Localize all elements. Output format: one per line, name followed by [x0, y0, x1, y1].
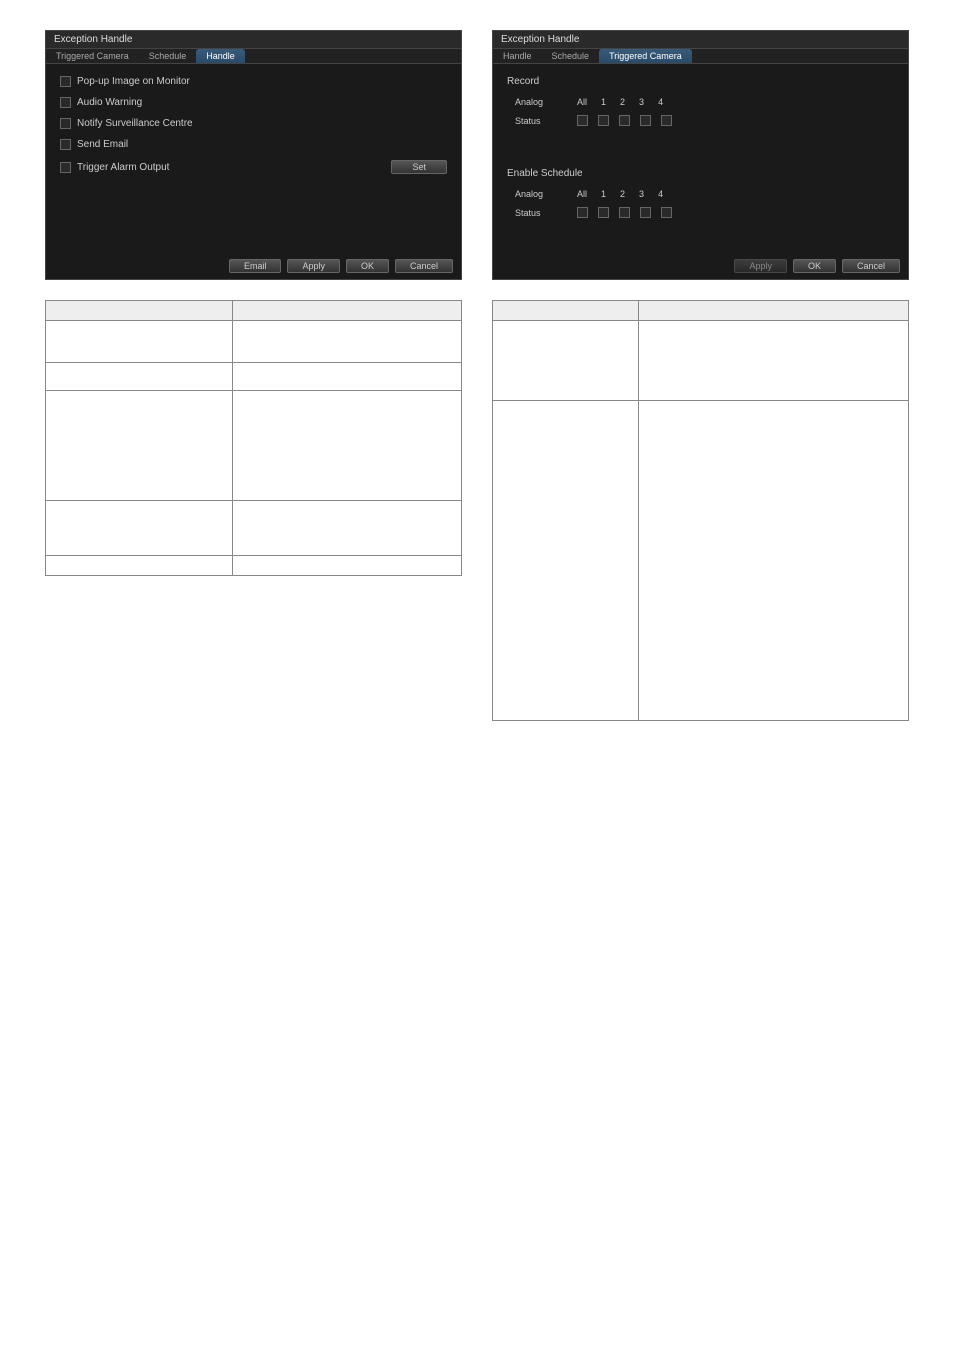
set-button[interactable]: Set	[391, 160, 447, 174]
option-audio-warning[interactable]: Audio Warning	[60, 97, 447, 108]
option-send-email[interactable]: Send Email	[60, 139, 447, 150]
checkbox-icon[interactable]	[640, 115, 651, 126]
tab-schedule[interactable]: Schedule	[542, 49, 600, 63]
tab-schedule[interactable]: Schedule	[139, 49, 197, 63]
checkbox-icon[interactable]	[619, 207, 630, 218]
checkbox-icon[interactable]	[60, 118, 71, 129]
table-row	[493, 321, 909, 401]
checkbox-icon[interactable]	[577, 207, 588, 218]
ok-button[interactable]: OK	[793, 259, 836, 273]
table-row	[46, 391, 462, 501]
cancel-button[interactable]: Cancel	[842, 259, 900, 273]
col-all: All	[577, 189, 587, 199]
right-table	[492, 300, 909, 721]
exception-handle-panel-left: Exception Handle Triggered Camera Schedu…	[45, 30, 462, 280]
tabs: Triggered Camera Schedule Handle	[46, 49, 461, 64]
checkbox-icon[interactable]	[60, 76, 71, 87]
checkbox-icon[interactable]	[577, 115, 588, 126]
checkbox-icon[interactable]	[661, 115, 672, 126]
checkbox-icon[interactable]	[598, 115, 609, 126]
col-4: 4	[658, 97, 663, 107]
col-all: All	[577, 97, 587, 107]
ok-button[interactable]: OK	[346, 259, 389, 273]
checkbox-icon[interactable]	[598, 207, 609, 218]
checkbox-icon[interactable]	[60, 97, 71, 108]
tab-handle[interactable]: Handle	[196, 49, 245, 63]
tab-triggered-camera[interactable]: Triggered Camera	[599, 49, 692, 63]
col-2: 2	[620, 189, 625, 199]
table-row	[493, 401, 909, 721]
tabs: Handle Schedule Triggered Camera	[493, 49, 908, 64]
option-trigger-alarm[interactable]: Trigger Alarm Output Set	[60, 160, 447, 174]
option-label: Pop-up Image on Monitor	[77, 76, 190, 87]
status-row: Status	[507, 207, 894, 218]
checkbox-icon[interactable]	[619, 115, 630, 126]
option-label: Send Email	[77, 139, 128, 150]
col-2: 2	[620, 97, 625, 107]
analog-row: Analog All 1 2 3 4	[507, 97, 894, 107]
email-button[interactable]: Email	[229, 259, 282, 273]
apply-button[interactable]: Apply	[734, 259, 787, 273]
button-row: Email Apply OK Cancel	[46, 253, 461, 279]
table-row	[46, 501, 462, 556]
checkbox-icon[interactable]	[640, 207, 651, 218]
tab-triggered-camera[interactable]: Triggered Camera	[46, 49, 139, 63]
table-header	[493, 301, 639, 321]
checkbox-icon[interactable]	[661, 207, 672, 218]
panel-title: Exception Handle	[493, 31, 908, 49]
col-1: 1	[601, 97, 606, 107]
checkbox-icon[interactable]	[60, 139, 71, 150]
checkbox-icon[interactable]	[60, 162, 71, 173]
col-3: 3	[639, 97, 644, 107]
analog-row: Analog All 1 2 3 4	[507, 189, 894, 199]
row-label: Analog	[507, 97, 567, 107]
table-header	[233, 301, 462, 321]
option-label: Notify Surveillance Centre	[77, 118, 193, 129]
option-notify-surveillance[interactable]: Notify Surveillance Centre	[60, 118, 447, 129]
status-row: Status	[507, 115, 894, 126]
table-row	[46, 321, 462, 363]
exception-handle-panel-right: Exception Handle Handle Schedule Trigger…	[492, 30, 909, 280]
table-row	[46, 363, 462, 391]
table-header	[46, 301, 233, 321]
apply-button[interactable]: Apply	[287, 259, 340, 273]
col-4: 4	[658, 189, 663, 199]
cancel-button[interactable]: Cancel	[395, 259, 453, 273]
table-header	[638, 301, 908, 321]
col-1: 1	[601, 189, 606, 199]
row-label: Analog	[507, 189, 567, 199]
section-enable-schedule: Enable Schedule	[507, 168, 894, 179]
panel-title: Exception Handle	[46, 31, 461, 49]
row-label: Status	[507, 116, 567, 126]
table-row	[46, 556, 462, 576]
section-record: Record	[507, 76, 894, 87]
left-table	[45, 300, 462, 576]
row-label: Status	[507, 208, 567, 218]
col-3: 3	[639, 189, 644, 199]
option-popup-image[interactable]: Pop-up Image on Monitor	[60, 76, 447, 87]
option-label: Trigger Alarm Output	[77, 162, 169, 173]
button-row: Apply OK Cancel	[493, 253, 908, 279]
option-label: Audio Warning	[77, 97, 142, 108]
tab-handle[interactable]: Handle	[493, 49, 542, 63]
